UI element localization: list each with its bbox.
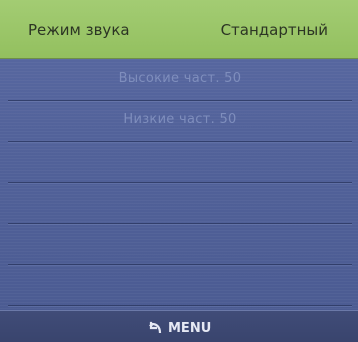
treble-label: Высокие част. 50 bbox=[118, 71, 242, 86]
empty-row-5 bbox=[8, 224, 352, 265]
menu-label: MENU bbox=[168, 320, 212, 336]
sound-mode-value: Стандартный bbox=[220, 21, 328, 39]
empty-row-3 bbox=[8, 142, 352, 183]
empty-row-4 bbox=[8, 183, 352, 224]
sound-mode-label: Режим звука bbox=[28, 21, 130, 39]
sound-settings-screen: Режим звука Стандартный Высокие част. 50… bbox=[0, 0, 358, 342]
bass-row[interactable]: Низкие част. 50 bbox=[8, 101, 352, 142]
empty-row-6 bbox=[8, 265, 352, 306]
treble-row[interactable]: Высокие част. 50 bbox=[8, 60, 352, 101]
return-arrow-icon bbox=[148, 321, 162, 335]
settings-list: Высокие част. 50 Низкие част. 50 bbox=[8, 60, 352, 306]
sound-mode-row[interactable]: Режим звука Стандартный bbox=[0, 0, 358, 58]
menu-button[interactable]: MENU bbox=[148, 319, 211, 337]
footer-bar: MENU bbox=[0, 310, 358, 342]
bass-label: Низкие част. 50 bbox=[123, 112, 237, 127]
